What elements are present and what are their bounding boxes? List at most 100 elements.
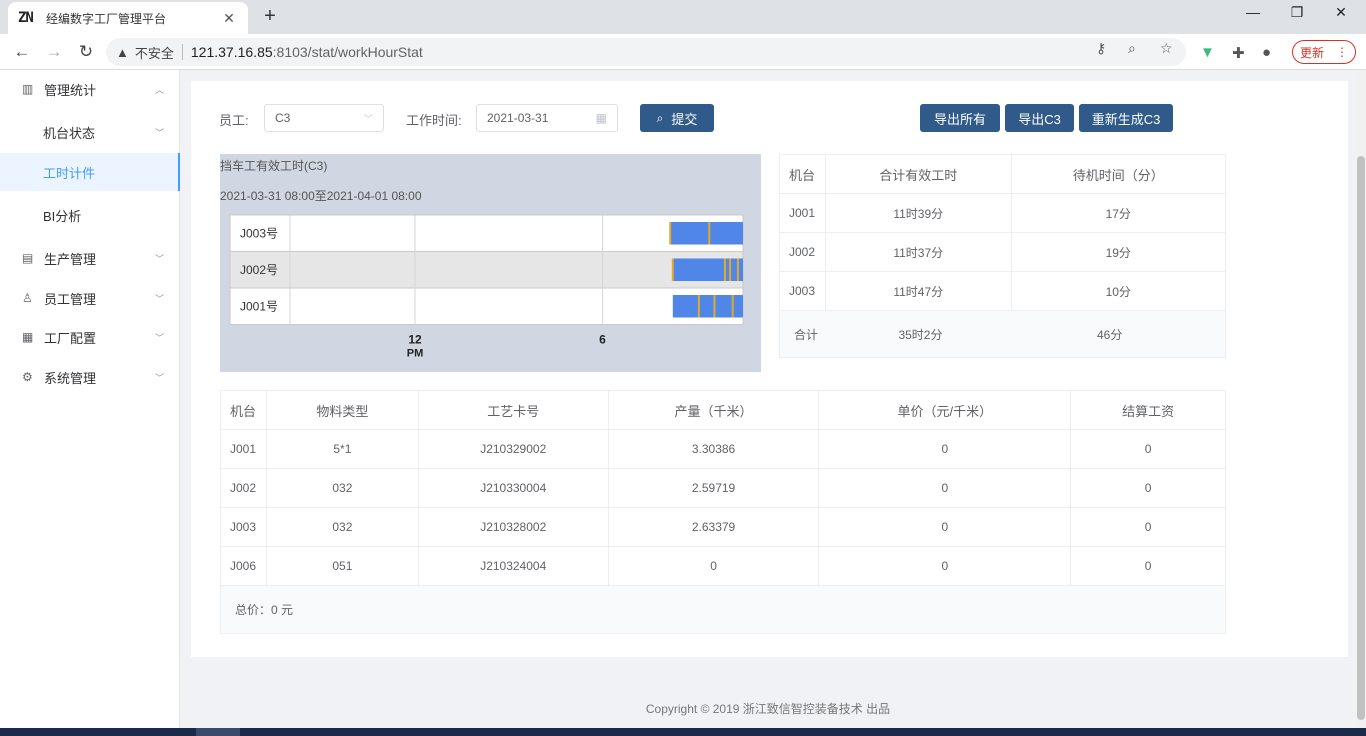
table-cell: J210324004 (417, 546, 609, 586)
table-cell: 5*1 (265, 429, 419, 469)
export-employee-button[interactable]: 导出C3 (1005, 104, 1074, 132)
tab-title: 经编数字工厂管理平台 (46, 11, 167, 26)
table-cell: 11时37分 (824, 232, 1012, 272)
table-cell: 35时2分 (825, 310, 1011, 358)
table-row: J002 11时37分 19分 (779, 232, 1226, 272)
os-taskbar (0, 728, 1366, 736)
timeline-row-bg (229, 214, 744, 252)
page-scrollbar[interactable] (1356, 70, 1366, 728)
factory-icon: ▦ (22, 330, 34, 344)
sidebar-item-label: 工厂配置 (44, 330, 97, 346)
table-header: 单价（元/千米） (818, 390, 1072, 430)
detail-table: 机台 物料类型 工艺卡号 产量（千米） 单价（元/千米） 结算工资 J001 5… (220, 390, 1226, 634)
timeline-idle-marker (723, 258, 726, 281)
sidebar-item-management-stats[interactable]: ▥ 管理统计 ︿ (0, 70, 180, 108)
table-header: 机台 (220, 390, 267, 430)
regenerate-button[interactable]: 重新生成C3 (1079, 104, 1173, 132)
sidebar-subitem-machine-status[interactable]: 机台状态 ﹀ (0, 113, 180, 151)
table-cell: J001 (779, 193, 826, 233)
update-label: 更新 (1299, 45, 1324, 60)
sidebar-item-production[interactable]: ▤ 生产管理 ﹀ (0, 239, 180, 277)
security-status[interactable]: 不安全 (135, 43, 174, 62)
bar-chart-icon: ▥ (22, 82, 34, 96)
timeline-chart: 挡车工有效工时(C3) 2021-03-31 08:00至2021-04-01 … (220, 154, 761, 372)
chevron-down-icon: ﹀ (154, 332, 164, 343)
table-cell: 032 (265, 507, 419, 547)
extensions-icon[interactable]: ✚ (1232, 44, 1245, 62)
address-divider (181, 44, 183, 60)
table-cell: 2.63379 (607, 507, 820, 547)
timeline-row-label: J001号 (240, 299, 278, 313)
scrollbar-thumb[interactable] (1357, 156, 1365, 720)
table-cell: 0 (818, 468, 1072, 508)
address-bar[interactable]: ▲ 不安全 121.37.16.85:8103/stat/workHourSta… (106, 38, 1186, 66)
table-cell: 46分 (1011, 310, 1226, 358)
url-path: :8103/stat/workHourStat (272, 44, 423, 60)
table-cell: 0 (1070, 546, 1226, 586)
timeline-idle-marker (729, 258, 732, 281)
sidebar-subitem-label: 机台状态 (43, 125, 96, 141)
table-header: 待机时间（分） (1010, 154, 1226, 194)
calendar-icon: ▦ (595, 111, 607, 125)
timeline-idle-marker (697, 295, 700, 318)
reload-button[interactable]: ↻ (74, 40, 98, 64)
sidebar-subitem-bi-analysis[interactable]: BI分析 (0, 196, 180, 234)
timeline-row-bg (229, 287, 744, 325)
minimize-button[interactable]: — (1230, 4, 1276, 26)
table-footer-row: 总价：0 元 (220, 585, 1226, 634)
sidebar-item-employees[interactable]: ♙ 员工管理 ﹀ (0, 279, 180, 317)
warning-triangle-icon[interactable]: ▲ (116, 45, 129, 60)
vue-devtools-icon[interactable]: ▼ (1200, 44, 1215, 61)
forward-button[interactable]: → (42, 40, 66, 64)
table-cell: 0 (1070, 507, 1226, 547)
sidebar-subitem-label: 工时计件 (43, 165, 96, 181)
star-icon[interactable]: ☆ (1160, 40, 1173, 57)
total-price: 总价：0 元 (220, 585, 1226, 634)
browser-menu-icon: ⋮ (1336, 45, 1348, 59)
chevron-down-icon: ﹀ (154, 372, 164, 383)
timeline-tick-label: 12 (408, 333, 422, 347)
summary-table: 机台 合计有效工时 待机时间（分） J001 11时39分 17分 J002 1… (779, 154, 1226, 358)
timeline-row-label: J002号 (240, 263, 278, 277)
chevron-down-icon: ﹀ (363, 113, 373, 124)
tab-close-icon[interactable]: ✕ (220, 10, 238, 27)
gear-icon: ⚙ (22, 370, 33, 384)
browser-tab[interactable]: ZN 经编数字工厂管理平台 ✕ (8, 2, 248, 34)
timeline-tick-sublabel: PM (407, 348, 424, 360)
new-tab-button[interactable]: + (258, 6, 282, 28)
submit-button[interactable]: ⌕ 提交 (640, 104, 714, 132)
table-cell: 合计 (779, 310, 826, 358)
sidebar-item-factory-config[interactable]: ▦ 工厂配置 ﹀ (0, 318, 180, 356)
close-window-button[interactable]: ✕ (1318, 4, 1364, 26)
restore-button[interactable]: ❐ (1274, 4, 1320, 26)
zoom-icon[interactable]: ⌕ (1128, 40, 1136, 57)
sidebar-subitem-work-hours[interactable]: 工时计件 (0, 153, 180, 191)
table-total-row: 合计 35时2分 46分 (779, 310, 1226, 358)
profile-icon[interactable]: ● (1262, 44, 1271, 61)
back-button[interactable]: ← (10, 40, 34, 64)
table-cell: 051 (265, 546, 419, 586)
sidebar-item-system[interactable]: ⚙ 系统管理 ﹀ (0, 358, 180, 396)
table-cell: 19分 (1010, 232, 1226, 272)
timeline-idle-marker (708, 222, 711, 245)
table-cell: J210329002 (417, 429, 609, 469)
date-label: 工作时间: (406, 113, 462, 128)
table-cell: J210330004 (417, 468, 609, 508)
export-all-button[interactable]: 导出所有 (920, 104, 1000, 132)
sidebar-item-label: 员工管理 (44, 291, 97, 307)
table-cell: J210328002 (417, 507, 609, 547)
key-icon[interactable]: ⚷ (1096, 40, 1106, 57)
table-cell: 10分 (1010, 271, 1226, 311)
table-header-row: 机台 合计有效工时 待机时间（分） (779, 154, 1226, 194)
table-cell: J003 (779, 271, 826, 311)
sidebar-subitem-label: BI分析 (43, 208, 82, 224)
url-text[interactable]: 121.37.16.85:8103/stat/workHourStat (191, 44, 423, 60)
date-picker[interactable]: 2021-03-31 ▦ (476, 104, 618, 132)
copyright-footer: Copyright © 2019 浙江致信智控装备技术 出品 (645, 702, 891, 716)
table-cell: 11时39分 (824, 193, 1012, 233)
chevron-down-icon: ﹀ (154, 253, 164, 264)
table-cell: 11时47分 (824, 271, 1012, 311)
employee-select[interactable]: C3 ﹀ (264, 104, 384, 132)
update-button[interactable]: 更新 ⋮ (1292, 40, 1356, 64)
taskbar-item[interactable] (196, 728, 240, 736)
